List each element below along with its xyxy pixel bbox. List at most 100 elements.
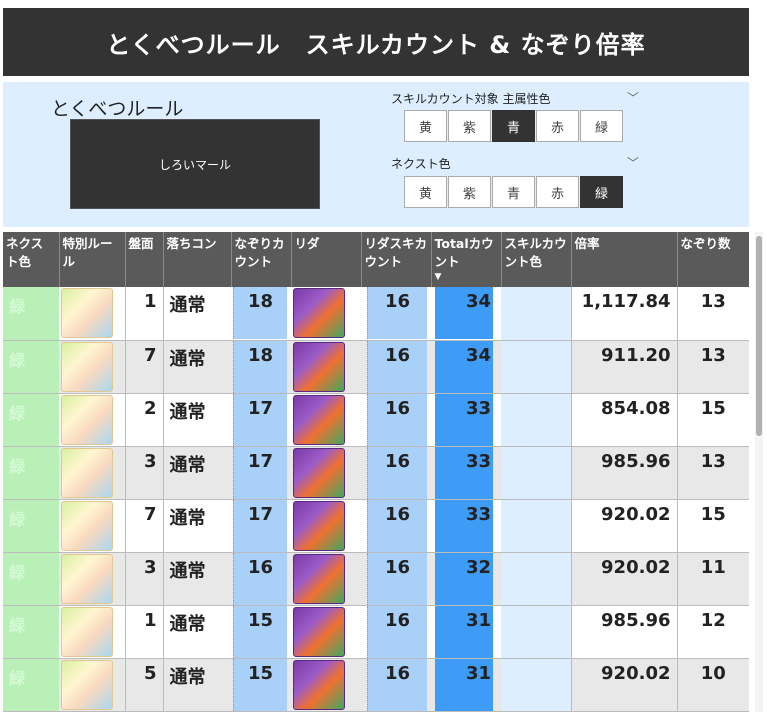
results-table-container: ネクスト色 特別ルール 盤面 落ちコン なぞりカウント リダ リダスキカウント … [3, 232, 749, 712]
trace-count-value: 17 [233, 393, 287, 446]
table-body: 緑 1 通常 18 16 34 1,117.84 13 緑 7 通常 18 16 34 911.20 13 緑 2… [3, 287, 749, 712]
chevron-down-icon[interactable]: ﹀ [627, 154, 639, 171]
leader-skill-count-cell: 16 [361, 287, 431, 341]
fall-combo-cell: 通常 [163, 393, 231, 447]
total-count-value: 33 [435, 393, 493, 446]
special-rule-cell [59, 552, 126, 606]
leader-image [293, 500, 345, 551]
trace-count-value: 18 [233, 287, 287, 340]
skill-count-color-cell [501, 446, 572, 500]
leader-skill-count-value: 16 [367, 446, 427, 499]
table-row[interactable]: 緑 1 通常 15 16 31 985.96 12 [3, 605, 749, 659]
next-color-green-button[interactable]: 緑 [580, 176, 623, 208]
trace-count-cell: 18 [231, 340, 291, 394]
character-image [61, 394, 113, 445]
table-row[interactable]: 緑 3 通常 16 16 32 920.02 11 [3, 552, 749, 606]
character-image [61, 659, 113, 710]
trace-number-cell: 10 [677, 658, 749, 712]
trace-number-cell: 15 [677, 499, 749, 553]
header-board[interactable]: 盤面 [125, 232, 164, 288]
fall-combo-cell: 通常 [163, 658, 231, 712]
table-row[interactable]: 緑 5 通常 15 16 31 920.02 10 [3, 658, 749, 712]
header-total-count[interactable]: Totalカウント ▼ [431, 232, 502, 288]
leader-skill-count-value: 16 [367, 287, 427, 340]
trace-count-cell: 18 [231, 287, 291, 341]
board-cell: 7 [125, 499, 164, 553]
leader-cell [291, 446, 361, 500]
skill-color-yellow-button[interactable]: 黄 [404, 110, 447, 142]
skill-color-blue-button[interactable]: 青 [492, 110, 535, 142]
leader-image [293, 341, 345, 392]
fall-combo-cell: 通常 [163, 446, 231, 500]
trace-number-cell: 15 [677, 393, 749, 447]
vertical-scrollbar[interactable] [755, 232, 763, 712]
special-rule-cell [59, 605, 126, 659]
board-cell: 7 [125, 340, 164, 394]
header-trace-number[interactable]: なぞり数 [677, 232, 749, 288]
header-trace-count[interactable]: なぞりカウント [231, 232, 292, 288]
multiplier-cell: 911.20 [571, 340, 678, 394]
header-leader-skill-count[interactable]: リダスキカウント [361, 232, 432, 288]
leader-skill-count-cell: 16 [361, 393, 431, 447]
next-color-blue-button[interactable]: 青 [492, 176, 535, 208]
next-color-cell: 緑 [3, 658, 59, 712]
table-row[interactable]: 緑 2 通常 17 16 33 854.08 15 [3, 393, 749, 447]
character-image [61, 288, 113, 339]
leader-image [293, 394, 345, 445]
header-next-color[interactable]: ネクスト色 [3, 232, 60, 288]
trace-count-value: 18 [233, 340, 287, 393]
trace-number-cell: 11 [677, 552, 749, 606]
leader-skill-count-cell: 16 [361, 446, 431, 500]
next-color-purple-button[interactable]: 紫 [448, 176, 491, 208]
header-special-rule[interactable]: 特別ルール [59, 232, 126, 288]
rule-select-button[interactable]: しろいマール [70, 119, 320, 209]
header-skill-count-color[interactable]: スキルカウント色 [501, 232, 572, 288]
next-color-cell: 緑 [3, 287, 59, 341]
table-row[interactable]: 緑 1 通常 18 16 34 1,117.84 13 [3, 287, 749, 341]
skill-target-label: スキルカウント対象 主属性色 [391, 92, 551, 106]
total-count-value: 31 [435, 658, 493, 711]
skill-color-green-button[interactable]: 緑 [580, 110, 623, 142]
header-multiplier[interactable]: 倍率 [571, 232, 678, 288]
special-rule-cell [59, 499, 126, 553]
next-color-red-button[interactable]: 赤 [536, 176, 579, 208]
trace-count-value: 15 [233, 658, 287, 711]
next-color-yellow-button[interactable]: 黄 [404, 176, 447, 208]
trace-count-value: 15 [233, 605, 287, 658]
multiplier-cell: 1,117.84 [571, 287, 678, 341]
leader-image [293, 553, 345, 604]
total-count-cell: 32 [431, 552, 501, 606]
total-count-cell: 34 [431, 340, 501, 394]
leader-cell [291, 499, 361, 553]
multiplier-cell: 985.96 [571, 605, 678, 659]
total-count-cell: 33 [431, 393, 501, 447]
leader-skill-count-value: 16 [367, 552, 427, 605]
settings-panel: とくべつルール しろいマール スキルカウント対象 主属性色 ﹀ 黄 紫 青 赤 … [3, 82, 749, 227]
table-row[interactable]: 緑 3 通常 17 16 33 985.96 13 [3, 446, 749, 500]
special-rule-cell [59, 446, 126, 500]
total-count-cell: 34 [431, 287, 501, 341]
trace-count-cell: 16 [231, 552, 291, 606]
total-count-cell: 31 [431, 605, 501, 659]
scrollbar-thumb[interactable] [756, 236, 762, 436]
skill-color-purple-button[interactable]: 紫 [448, 110, 491, 142]
next-color-cell: 緑 [3, 499, 59, 553]
table-row[interactable]: 緑 7 通常 17 16 33 920.02 15 [3, 499, 749, 553]
trace-count-cell: 15 [231, 658, 291, 712]
trace-number-cell: 12 [677, 605, 749, 659]
trace-count-value: 16 [233, 552, 287, 605]
multiplier-cell: 985.96 [571, 446, 678, 500]
total-count-value: 31 [435, 605, 493, 658]
skill-color-red-button[interactable]: 赤 [536, 110, 579, 142]
header-leader[interactable]: リダ [291, 232, 362, 288]
total-count-value: 34 [435, 340, 493, 393]
chevron-down-icon[interactable]: ﹀ [627, 89, 639, 106]
character-image [61, 341, 113, 392]
header-fall-combo[interactable]: 落ちコン [163, 232, 232, 288]
total-count-cell: 33 [431, 499, 501, 553]
next-color-cell: 緑 [3, 446, 59, 500]
leader-skill-count-value: 16 [367, 340, 427, 393]
fall-combo-cell: 通常 [163, 499, 231, 553]
table-row[interactable]: 緑 7 通常 18 16 34 911.20 13 [3, 340, 749, 394]
skill-target-color-group: 黄 紫 青 赤 緑 [404, 110, 623, 142]
